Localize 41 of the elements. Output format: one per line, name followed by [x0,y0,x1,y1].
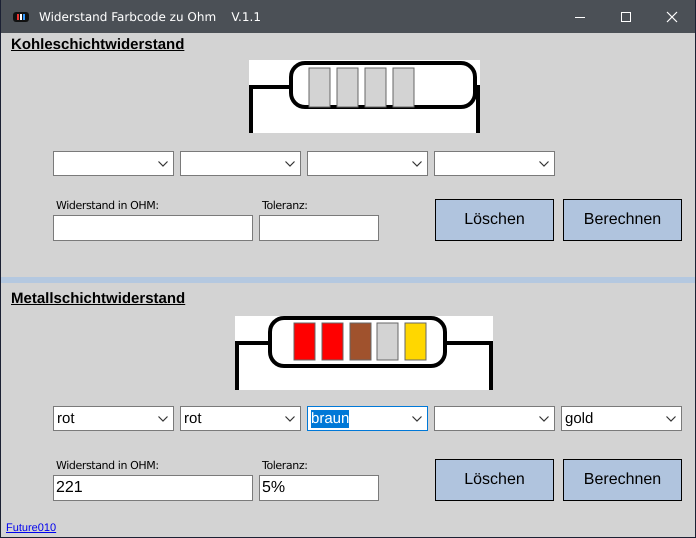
chevron-down-icon [412,160,422,166]
color-dropdown[interactable] [434,406,555,431]
clear-button[interactable]: Löschen [435,459,554,501]
input-field[interactable]: 221 [53,475,253,501]
close-icon[interactable] [666,10,678,22]
author-link[interactable]: Future010 [6,522,56,534]
color-dropdown[interactable] [53,151,174,176]
chevron-down-icon [285,160,295,166]
color-dropdown[interactable]: rot [53,406,174,431]
color-dropdown[interactable] [434,151,555,176]
chevron-down-icon [666,416,676,422]
dropdown-value: braun [311,410,350,428]
field-label: Toleranz: [262,459,309,472]
chevron-down-icon [412,416,422,422]
dropdown-value: rot [57,410,75,428]
chevron-down-icon [158,160,168,166]
chevron-down-icon [539,416,549,422]
field-label: Toleranz: [262,199,309,212]
maximize-icon[interactable] [620,10,632,22]
section-title: Metallschichtwiderstand [11,290,186,308]
color-dropdown[interactable]: rot [180,406,301,431]
calculate-button[interactable]: Berechnen [563,199,682,241]
input-field[interactable] [53,215,253,241]
field-label: Widerstand in OHM: [56,459,160,472]
color-dropdown[interactable]: braun [307,406,428,431]
color-dropdown[interactable]: gold [561,406,682,431]
dropdown-value: gold [565,410,594,428]
dropdown-value: rot [184,410,202,428]
color-dropdown[interactable] [180,151,301,176]
input-field[interactable]: 5% [259,475,379,501]
color-dropdown[interactable] [307,151,428,176]
calculate-button[interactable]: Berechnen [563,459,682,501]
clear-button[interactable]: Löschen [435,199,554,241]
chevron-down-icon [158,416,168,422]
chevron-down-icon [539,160,549,166]
app-icon [13,12,29,22]
section-title: Kohleschichtwiderstand [11,36,184,54]
chevron-down-icon [285,416,295,422]
window-title: Widerstand Farbcode zu Ohm V.1.1 [39,10,261,24]
input-field[interactable] [259,215,379,241]
field-label: Widerstand in OHM: [56,199,160,212]
